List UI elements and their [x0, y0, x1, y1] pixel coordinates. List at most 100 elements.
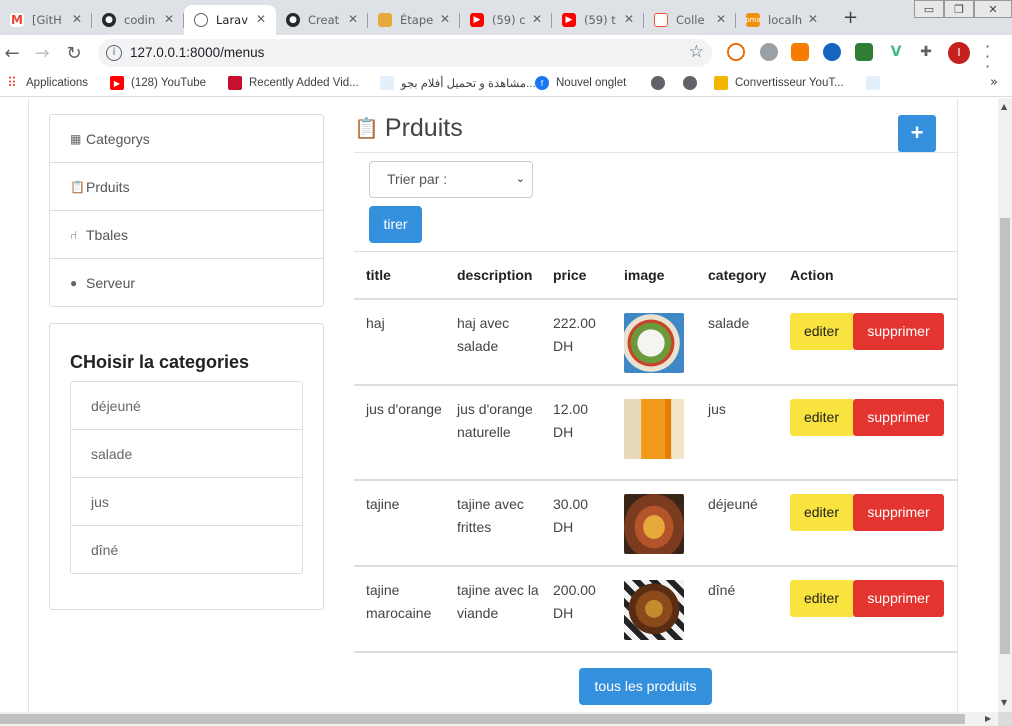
close-tab-icon[interactable]: ✕	[440, 12, 450, 26]
cell-category: salade	[696, 298, 778, 386]
vertical-scrollbar[interactable]: ▲ ▼	[998, 98, 1012, 712]
cell-price: 200.00 DH	[541, 565, 612, 653]
cell-category: dîné	[696, 565, 778, 653]
close-window-icon[interactable]: ✕	[974, 0, 1012, 18]
cell-actions: editer supprimer	[778, 479, 958, 567]
reload-icon[interactable]: ↻	[62, 41, 86, 65]
bookmarks-bar: ⠿ Applications ▶ (128) YouTube Recently …	[0, 71, 1012, 97]
cell-image	[612, 479, 696, 567]
edit-button[interactable]: editer	[790, 398, 853, 436]
column-header-price: price	[541, 251, 612, 300]
category-item-salade[interactable]: salade	[71, 430, 302, 478]
scroll-down-icon[interactable]: ▼	[1001, 698, 1007, 707]
bookmark-item[interactable]	[683, 76, 704, 90]
close-tab-icon[interactable]: ✕	[164, 12, 174, 26]
extension-lock-icon[interactable]	[791, 43, 809, 61]
delete-button[interactable]: supprimer	[853, 312, 944, 350]
sidebar-item-tbales[interactable]: ⑁ Tbales	[50, 211, 323, 259]
orange-juice-image	[624, 398, 684, 459]
extensions-puzzle-icon[interactable]: ✚	[917, 43, 935, 61]
chevron-double-right-icon[interactable]: »	[990, 75, 998, 90]
browser-tab-active[interactable]: Larav ✕	[184, 5, 276, 35]
extension-gear-icon[interactable]	[760, 43, 778, 61]
browser-tab[interactable]: M [GitH ✕	[0, 5, 92, 35]
extension-eye-icon[interactable]	[727, 43, 745, 61]
close-tab-icon[interactable]: ✕	[716, 12, 726, 26]
scroll-right-icon[interactable]: ▶	[985, 714, 991, 723]
browser-tab[interactable]: ● codin ✕	[92, 5, 184, 35]
close-tab-icon[interactable]: ✕	[808, 12, 818, 26]
category-item-jus[interactable]: jus	[71, 478, 302, 526]
edit-button[interactable]: editer	[790, 312, 853, 350]
bookmark-item[interactable]: ▶ (128) YouTube	[110, 76, 206, 90]
delete-button[interactable]: supprimer	[853, 579, 944, 617]
bookmark-item[interactable]	[866, 76, 887, 90]
sidebar-item-serveur[interactable]: ● Serveur	[50, 259, 323, 307]
scrollbar-corner	[998, 712, 1012, 726]
globe-icon	[683, 76, 697, 90]
close-tab-icon[interactable]: ✕	[532, 12, 542, 26]
converter-icon	[714, 76, 728, 90]
cell-image	[612, 298, 696, 386]
bookmark-item[interactable]: f Nouvel onglet	[535, 76, 626, 90]
back-arrow-icon[interactable]: ←	[0, 41, 24, 65]
bookmark-item[interactable]: ⠿ Applications	[5, 75, 88, 90]
bookmark-item[interactable]: Convertisseur YouT...	[714, 76, 844, 90]
horizontal-scroll-thumb[interactable]	[0, 714, 965, 724]
browser-tab[interactable]: pma localh ✕	[736, 5, 828, 35]
browser-menu-icon[interactable]: · · ·	[985, 39, 990, 75]
scroll-up-icon[interactable]: ▲	[1001, 102, 1007, 111]
table-row: haj haj avec salade 222.00 DH salade edi…	[354, 298, 958, 386]
bookmark-star-icon[interactable]: ☆	[689, 42, 704, 62]
category-item-dejeune[interactable]: déjeuné	[71, 382, 302, 430]
sidebar-item-categorys[interactable]: ▦ Categorys	[50, 115, 323, 163]
profile-avatar[interactable]: I	[948, 42, 970, 64]
url-text[interactable]: 127.0.0.1:8000/menus	[130, 45, 264, 60]
extension-download-icon[interactable]	[855, 43, 873, 61]
horizontal-scrollbar[interactable]: ▶	[0, 712, 998, 726]
column-header-description: description	[445, 251, 541, 300]
close-tab-icon[interactable]: ✕	[72, 12, 82, 26]
cell-image	[612, 384, 696, 481]
browser-tab[interactable]: ▶ (59) t ✕	[552, 5, 644, 35]
cell-price: 30.00 DH	[541, 479, 612, 567]
all-products-button[interactable]: tous les produits	[579, 668, 712, 705]
new-tab-icon[interactable]: +	[843, 7, 858, 28]
address-bar[interactable]: i 127.0.0.1:8000/menus ☆	[98, 39, 712, 67]
sort-select[interactable]: Trier par : ⌄	[369, 161, 533, 198]
bookmark-item[interactable]: مشاهدة و تحميل أفلام بجو...	[380, 76, 536, 90]
restore-icon[interactable]: ❐	[944, 0, 974, 18]
youtube-icon: ▶	[562, 13, 576, 27]
sidebar-item-prduits[interactable]: 📋 Prduits	[50, 163, 323, 211]
delete-button[interactable]: supprimer	[853, 493, 944, 531]
tajine-meat-image	[624, 579, 684, 640]
bookmark-site-icon	[228, 76, 242, 90]
minimize-icon[interactable]: ▭	[914, 0, 944, 18]
category-item-dine[interactable]: dîné	[71, 526, 302, 573]
vue-devtools-icon[interactable]: V	[887, 43, 905, 61]
browser-tab[interactable]: Colle ✕	[644, 5, 736, 35]
bookmark-site-icon	[866, 76, 880, 90]
forward-arrow-icon[interactable]: →	[30, 41, 54, 65]
bookmark-item[interactable]: Recently Added Vid...	[228, 76, 359, 90]
sort-button[interactable]: tirer	[369, 206, 422, 243]
vertical-scroll-thumb[interactable]	[1000, 218, 1010, 654]
close-tab-icon[interactable]: ✕	[624, 12, 634, 26]
edit-button[interactable]: editer	[790, 579, 853, 617]
browser-tab[interactable]: ● Creat ✕	[276, 5, 368, 35]
edit-button[interactable]: editer	[790, 493, 853, 531]
info-icon[interactable]: i	[106, 45, 122, 61]
browser-tab[interactable]: Étape ✕	[368, 5, 460, 35]
close-tab-icon[interactable]: ✕	[348, 12, 358, 26]
extension-globe-icon[interactable]	[823, 43, 841, 61]
bookmark-item[interactable]	[651, 76, 672, 90]
cell-actions: editer supprimer	[778, 384, 958, 481]
table-row: tajine tajine avec frittes 30.00 DH déje…	[354, 479, 958, 567]
page-title: 📋 Prduits	[354, 114, 463, 142]
salad-image	[624, 312, 684, 373]
github-icon: ●	[102, 13, 116, 27]
browser-tab[interactable]: ▶ (59) c ✕	[460, 5, 552, 35]
close-tab-icon[interactable]: ✕	[256, 12, 266, 26]
delete-button[interactable]: supprimer	[853, 398, 944, 436]
add-product-button[interactable]: +	[898, 115, 936, 152]
